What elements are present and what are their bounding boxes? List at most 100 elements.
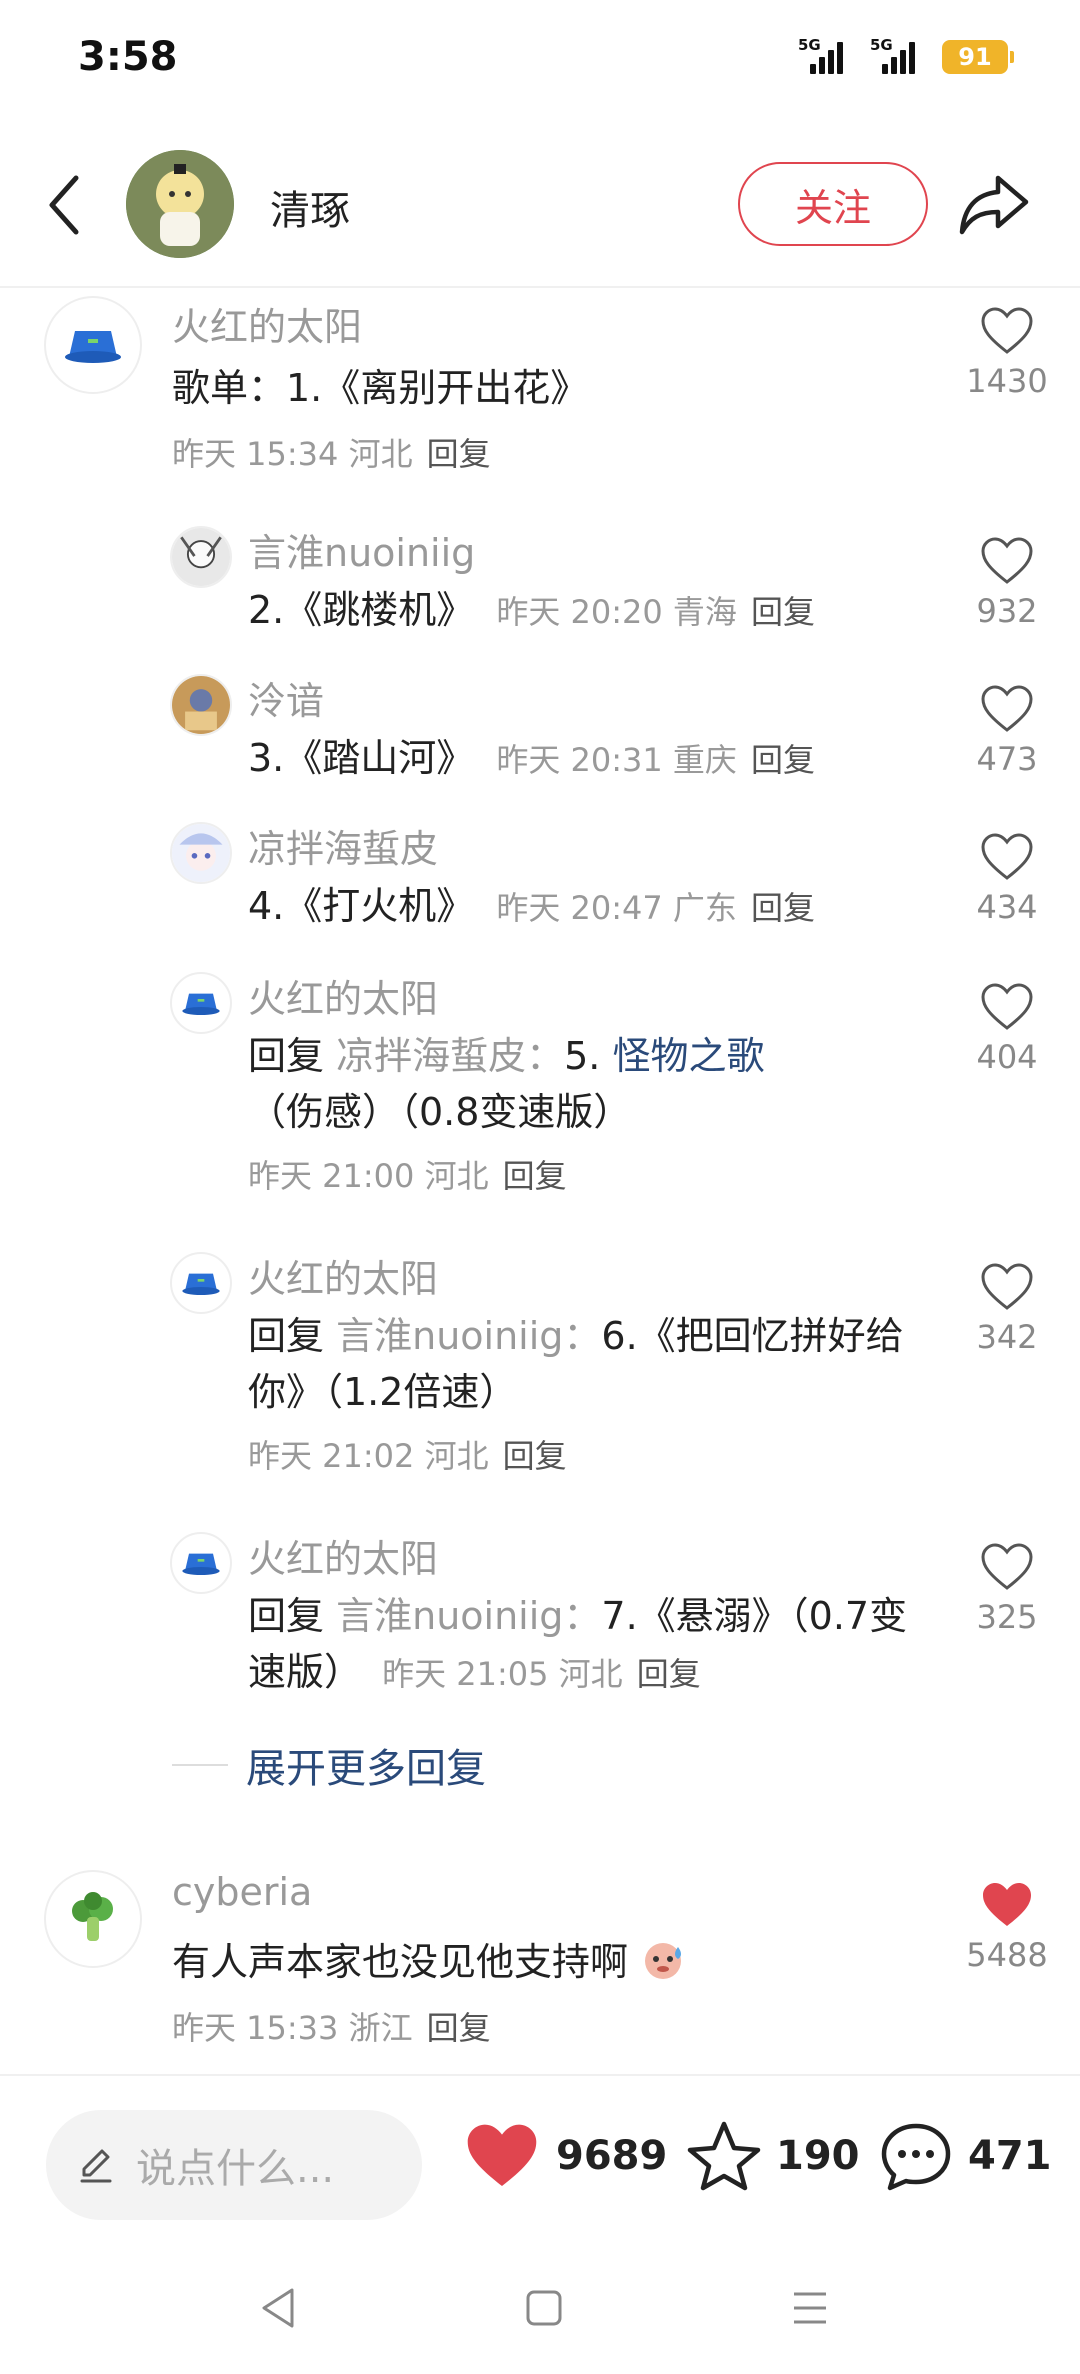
- bucket-hat-icon: [182, 1553, 220, 1575]
- heart-icon: [981, 307, 1033, 354]
- like-button[interactable]: 932: [957, 536, 1057, 630]
- like-button[interactable]: 5488: [957, 1880, 1057, 1974]
- reply-button[interactable]: 回复: [427, 435, 491, 473]
- like-button[interactable]: 325: [957, 1542, 1057, 1636]
- nav-home-button[interactable]: [524, 2286, 564, 2334]
- commenter-name[interactable]: 凉拌海蜇皮: [248, 818, 438, 873]
- like-count: 473: [976, 740, 1038, 778]
- follow-button[interactable]: 关注: [738, 162, 928, 246]
- mention-user[interactable]: 凉拌海蜇皮：: [336, 1034, 564, 1078]
- commenter-name[interactable]: 火红的太阳: [172, 296, 362, 351]
- comment-meta: 昨天 15:33 浙江: [172, 2009, 413, 2047]
- like-button[interactable]: 1430: [957, 306, 1057, 400]
- commenter-avatar[interactable]: [170, 674, 232, 736]
- bottom-divider: [0, 2074, 1080, 2076]
- mention-user[interactable]: 言淮nuoiniig：: [336, 1314, 601, 1358]
- reply-button[interactable]: 回复: [751, 889, 815, 927]
- commenter-avatar[interactable]: [170, 1532, 232, 1594]
- avatar-image: [172, 824, 230, 882]
- post-like-count: 9689: [556, 2133, 668, 2179]
- star-icon: [687, 2121, 761, 2191]
- nav-back-icon: [262, 2288, 294, 2328]
- like-count: 325: [976, 1598, 1038, 1636]
- commenter-avatar[interactable]: [170, 526, 232, 588]
- commenter-avatar[interactable]: [44, 296, 142, 394]
- commenter-avatar[interactable]: [44, 1870, 142, 1968]
- comment-meta: 昨天 21:00 河北: [248, 1157, 489, 1195]
- mention-user[interactable]: 言淮nuoiniig：: [336, 1594, 601, 1638]
- signal-icon-2: 5G: [870, 36, 920, 78]
- comment-text: 有人声本家也没见他支持啊: [172, 1940, 629, 1984]
- comment-text-block: 回复 言淮nuoiniig：6.《把回忆拼好给你》（1.2倍速）: [248, 1308, 928, 1420]
- commenter-name[interactable]: 火红的太阳: [248, 968, 438, 1023]
- like-count: 5488: [966, 1936, 1048, 1974]
- author-name[interactable]: 清琢: [270, 178, 350, 236]
- like-post-button[interactable]: 9689: [462, 2120, 667, 2192]
- nav-menu-icon: [794, 2292, 826, 2324]
- reply-button[interactable]: 回复: [503, 1437, 567, 1475]
- reply-prefix: 回复: [248, 1594, 325, 1638]
- commenter-name[interactable]: cyberia: [172, 1870, 312, 1914]
- reply-item: 凉拌海蜇皮 4.《打火机》 昨天 20:47 广东 回复 434: [0, 816, 1080, 946]
- comment-meta: 昨天 15:34 河北: [172, 435, 413, 473]
- reply-button[interactable]: 回复: [637, 1655, 701, 1693]
- comment-meta-row: 昨天 15:33 浙江 回复: [172, 1998, 491, 2056]
- header: 清琢 关注: [0, 140, 1080, 270]
- comment-item: 火红的太阳 歌单：1.《离别开出花》 昨天 15:34 河北 回复 1430: [0, 290, 1080, 490]
- comment-text: 5.: [564, 1034, 613, 1078]
- commenter-avatar[interactable]: [170, 972, 232, 1034]
- comment-input[interactable]: 说点什么...: [46, 2110, 422, 2220]
- comment-item: cyberia 有人声本家也没见他支持啊 昨天 15:33 浙江 回复 5488: [0, 1864, 1080, 2064]
- heart-icon: [981, 537, 1033, 584]
- like-count: 1430: [966, 362, 1048, 400]
- comments-button[interactable]: 471: [878, 2120, 1052, 2192]
- comment-meta: 昨天 20:31 重庆: [496, 741, 737, 779]
- reply-button[interactable]: 回复: [751, 593, 815, 631]
- expand-replies-button[interactable]: 展开更多回复: [172, 1736, 486, 1794]
- bucket-hat-icon: [182, 1273, 220, 1295]
- heart-filled-icon: [467, 2124, 537, 2186]
- nav-back-button[interactable]: [258, 2286, 298, 2334]
- comment-meta: 昨天 21:05 河北: [382, 1655, 623, 1693]
- comment-text-rest: （伤感）（0.8变速版）: [248, 1090, 632, 1134]
- back-icon: [49, 175, 79, 235]
- reply-button[interactable]: 回复: [751, 741, 815, 779]
- comment-count: 471: [968, 2133, 1052, 2179]
- comment-meta-row: 昨天 21:00 河北 回复: [248, 1146, 567, 1204]
- comment-meta-row: 昨天 15:34 河北 回复: [172, 424, 491, 482]
- heart-icon: [981, 983, 1033, 1030]
- favorite-count: 190: [776, 2133, 860, 2179]
- reply-prefix: 回复: [248, 1314, 325, 1358]
- comment-input-placeholder: 说点什么...: [136, 2146, 335, 2192]
- reply-button[interactable]: 回复: [503, 1157, 567, 1195]
- like-button[interactable]: 342: [957, 1262, 1057, 1356]
- share-button[interactable]: [958, 172, 1030, 238]
- commenter-name[interactable]: 泠谙: [248, 670, 324, 725]
- nav-menu-button[interactable]: [790, 2286, 830, 2334]
- like-button[interactable]: 404: [957, 982, 1057, 1076]
- commenter-name[interactable]: 言淮nuoiniig: [248, 522, 475, 577]
- header-divider: [0, 286, 1080, 288]
- back-button[interactable]: [36, 170, 96, 240]
- heart-icon: [981, 685, 1033, 732]
- share-icon: [959, 175, 1029, 235]
- bottom-action-bar: 说点什么... 9689 190 471: [0, 2090, 1080, 2230]
- bucket-hat-icon: [182, 993, 220, 1015]
- heart-icon: [981, 1263, 1033, 1310]
- comment-text-block: 回复 凉拌海蜇皮：5. 怪物之歌 （伤感）（0.8变速版）: [248, 1028, 928, 1140]
- commenter-avatar[interactable]: [170, 822, 232, 884]
- commenter-name[interactable]: 火红的太阳: [248, 1248, 438, 1303]
- like-button[interactable]: 473: [957, 684, 1057, 778]
- pencil-icon: [80, 2149, 112, 2183]
- author-avatar[interactable]: [126, 150, 234, 258]
- signal-icon: 5G: [798, 36, 848, 78]
- reply-button[interactable]: 回复: [427, 2009, 491, 2047]
- commenter-avatar[interactable]: [170, 1252, 232, 1314]
- like-button[interactable]: 434: [957, 832, 1057, 926]
- song-link[interactable]: 怪物之歌: [612, 1034, 764, 1078]
- commenter-name[interactable]: 火红的太阳: [248, 1528, 438, 1583]
- favorite-button[interactable]: 190: [686, 2120, 860, 2192]
- comment-text-row: 有人声本家也没见他支持啊: [172, 1934, 686, 1990]
- battery-indicator: 91: [942, 40, 1014, 74]
- reply-prefix: 回复: [248, 1034, 325, 1078]
